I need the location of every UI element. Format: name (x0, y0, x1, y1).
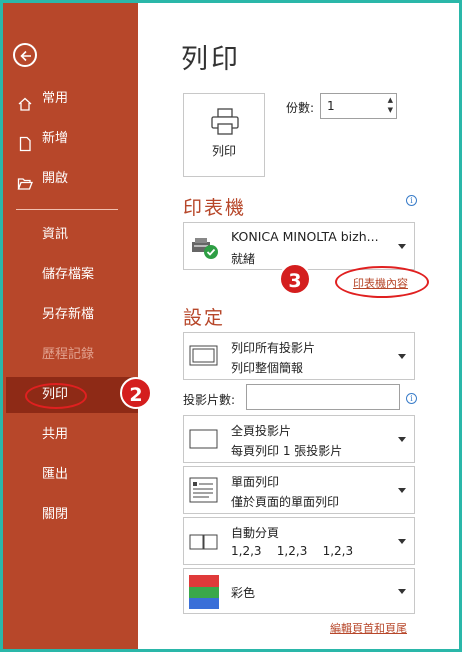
collate-title: 自動分頁 (231, 526, 280, 540)
slides-label: 投影片數: (183, 393, 236, 407)
back-arrow-icon[interactable] (13, 43, 37, 67)
sidebar-item-save-as[interactable]: 另存新檔 (3, 297, 138, 333)
sidebar-item-label: 資訊 (42, 227, 69, 242)
layout-title: 全頁投影片 (231, 424, 292, 438)
copies-value: 1 (327, 99, 335, 113)
all-slides-icon (189, 345, 218, 366)
printer-icon (211, 108, 239, 135)
print-range-dropdown[interactable]: 列印所有投影片 列印整個簡報 (183, 332, 415, 380)
sides-title: 單面列印 (231, 475, 280, 489)
backstage-sidebar: 常用 新增 開啟 資訊 儲存檔案 另存新檔 歷程記錄 列印 共用 匯出 關閉 2 (3, 3, 152, 649)
print-button[interactable]: 列印 (183, 93, 265, 177)
color-dropdown[interactable]: 彩色 (183, 568, 415, 614)
print-range-title: 列印所有投影片 (231, 341, 316, 355)
printer-section-title: 印表機 (183, 197, 247, 219)
folder-open-icon (17, 171, 33, 190)
printer-properties-link[interactable]: 印表機內容 (353, 275, 408, 291)
sidebar-item-home[interactable]: 常用 (3, 81, 138, 117)
copies-stepper[interactable]: 1 ▲ ▼ (320, 93, 397, 119)
slides-input[interactable] (246, 384, 400, 410)
print-button-label: 列印 (211, 144, 236, 158)
sidebar-item-label: 另存新檔 (42, 307, 95, 322)
sides-dropdown[interactable]: 單面列印 僅於頁面的單面列印 (183, 466, 415, 514)
color-title: 彩色 (231, 586, 256, 600)
sidebar-item-label: 歷程記錄 (42, 347, 95, 362)
printer-status: 就緒 (231, 252, 256, 266)
collate-subtitle: 1,2,3 1,2,3 1,2,3 (231, 544, 354, 558)
chevron-down-icon (398, 589, 406, 594)
sidebar-item-open[interactable]: 開啟 (3, 161, 138, 197)
printer-name: KONICA MINOLTA bizh... (231, 229, 379, 244)
single-sided-icon (189, 477, 218, 503)
chevron-down-icon (398, 437, 406, 442)
sidebar-item-label: 關閉 (42, 507, 69, 522)
chevron-down-icon (398, 488, 406, 493)
printer-status-icon (192, 238, 218, 259)
copies-label: 份數: (286, 101, 315, 115)
sidebar-item-label: 開啟 (42, 171, 69, 186)
sidebar-item-save[interactable]: 儲存檔案 (3, 257, 138, 293)
print-pane: 列印 列印 份數: 1 ▲ ▼ 印表機 i KONICA MINOLTA biz… (138, 3, 459, 649)
sidebar-item-info[interactable]: 資訊 (3, 217, 138, 253)
sidebar-item-label: 常用 (42, 91, 69, 106)
sidebar-item-close[interactable]: 關閉 (3, 497, 138, 533)
collated-icon (189, 534, 218, 550)
highlight-ellipse-print (25, 383, 87, 409)
home-icon (17, 91, 33, 111)
sidebar-item-export[interactable]: 匯出 (3, 457, 138, 493)
layout-dropdown[interactable]: 全頁投影片 每頁列印 1 張投影片 (183, 415, 415, 463)
print-range-subtitle: 列印整個簡報 (231, 361, 304, 375)
full-page-slide-icon (189, 429, 218, 449)
collate-dropdown[interactable]: 自動分頁 1,2,3 1,2,3 1,2,3 (183, 517, 415, 565)
app-window: 常用 新增 開啟 資訊 儲存檔案 另存新檔 歷程記錄 列印 共用 匯出 關閉 2… (3, 3, 459, 649)
sidebar-item-history: 歷程記錄 (3, 337, 138, 373)
layout-subtitle: 每頁列印 1 張投影片 (231, 444, 343, 458)
sidebar-item-label: 共用 (42, 427, 69, 442)
sidebar-item-share[interactable]: 共用 (3, 417, 138, 453)
page-title: 列印 (181, 44, 241, 75)
color-icon (189, 575, 219, 609)
step-marker-3: 3 (279, 263, 311, 295)
chevron-down-icon (398, 539, 406, 544)
sidebar-item-label: 儲存檔案 (42, 267, 95, 282)
chevron-down-icon (398, 354, 406, 359)
settings-section-title: 設定 (183, 307, 226, 329)
chevron-down-icon (398, 244, 406, 249)
decrement-icon[interactable]: ▼ (388, 106, 393, 114)
increment-icon[interactable]: ▲ (388, 96, 393, 104)
info-icon[interactable]: i (406, 393, 417, 404)
sidebar-item-label: 新增 (42, 131, 69, 146)
info-icon[interactable]: i (406, 195, 417, 206)
sides-subtitle: 僅於頁面的單面列印 (231, 495, 340, 509)
new-document-icon (17, 131, 33, 152)
sidebar-item-new[interactable]: 新增 (3, 121, 138, 157)
sidebar-item-label: 匯出 (42, 467, 69, 482)
sidebar-divider (16, 209, 118, 210)
header-footer-link[interactable]: 編輯頁首和頁尾 (330, 620, 407, 636)
